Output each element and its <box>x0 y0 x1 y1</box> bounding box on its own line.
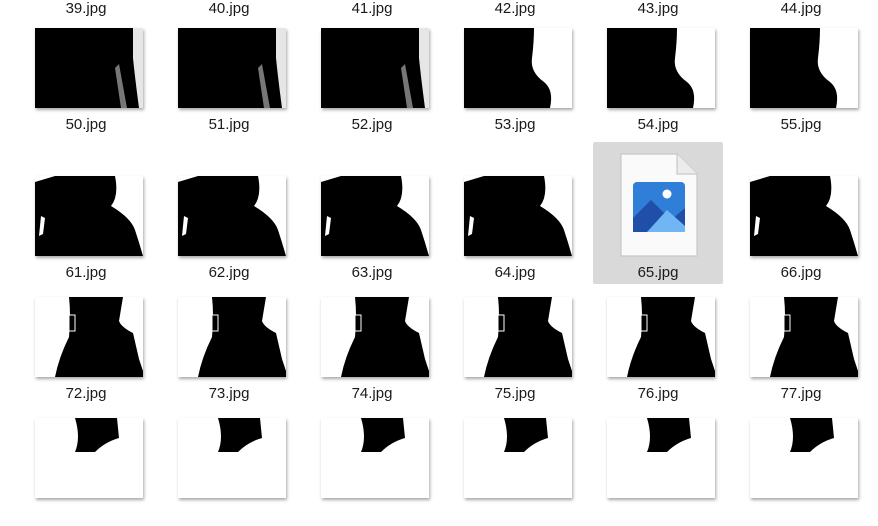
file-thumbnail <box>178 418 286 498</box>
file-thumbnail <box>607 418 715 498</box>
file-thumbnail <box>178 297 286 377</box>
file-name: 52.jpg <box>351 116 393 133</box>
file-thumbnail <box>750 297 858 377</box>
file-thumbnail <box>750 28 858 108</box>
file-item[interactable] <box>164 384 294 526</box>
file-thumbnail <box>464 418 572 498</box>
file-name: 55.jpg <box>780 116 822 133</box>
file-thumbnail <box>321 28 429 108</box>
file-thumbnail <box>321 297 429 377</box>
file-item[interactable]: 50.jpg <box>21 0 151 136</box>
file-thumbnail <box>750 418 858 498</box>
file-thumbnail <box>35 28 143 108</box>
file-item[interactable]: 53.jpg <box>450 0 580 136</box>
file-name: 54.jpg <box>637 116 679 133</box>
file-item[interactable]: 54.jpg <box>593 0 723 136</box>
file-thumbnail <box>607 297 715 377</box>
file-thumbnail <box>321 418 429 498</box>
file-name: 53.jpg <box>494 116 536 133</box>
file-thumbnail <box>178 176 286 256</box>
file-thumbnail <box>178 28 286 108</box>
file-thumbnail <box>35 418 143 498</box>
file-thumbnail <box>464 28 572 108</box>
file-thumbnail <box>35 297 143 377</box>
file-name: 51.jpg <box>208 116 250 133</box>
file-item[interactable] <box>21 384 151 526</box>
file-item[interactable] <box>307 384 437 526</box>
file-item[interactable]: 52.jpg <box>307 0 437 136</box>
file-thumbnail <box>321 176 429 256</box>
file-grid: 39.jpg 40.jpg 41.jpg 42.jpg 43.jpg 44.jpg 50.j… <box>0 0 878 498</box>
file-item[interactable] <box>736 384 866 526</box>
image-file-icon <box>619 152 699 258</box>
file-item[interactable]: 55.jpg <box>736 0 866 136</box>
file-thumbnail <box>750 176 858 256</box>
file-thumbnail <box>464 176 572 256</box>
file-item[interactable] <box>450 384 580 526</box>
file-thumbnail <box>607 28 715 108</box>
file-item[interactable] <box>593 384 723 526</box>
file-thumbnail <box>35 176 143 256</box>
file-name: 50.jpg <box>65 116 107 133</box>
file-item[interactable]: 51.jpg <box>164 0 294 136</box>
file-thumbnail <box>464 297 572 377</box>
